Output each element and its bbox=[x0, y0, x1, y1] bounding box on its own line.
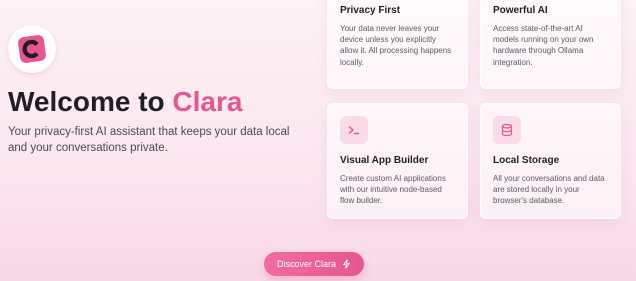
feature-card-description: Access state-of-the-art AI models runnin… bbox=[493, 24, 594, 67]
feature-card-title: Privacy First bbox=[340, 5, 401, 16]
feature-card-local-storage: Local Storage All your conversations and… bbox=[480, 103, 621, 219]
feature-card-visual-app-builder: Visual App Builder Create custom AI appl… bbox=[327, 103, 468, 219]
title-prefix: Welcome to bbox=[8, 86, 173, 117]
feature-card-privacy-first: Privacy First Your data never leaves you… bbox=[327, 0, 468, 89]
feature-card-title: Powerful AI bbox=[493, 5, 548, 16]
lightning-icon bbox=[343, 259, 350, 269]
feature-card-description: Create custom AI applications with our i… bbox=[340, 174, 446, 206]
clara-logo-icon bbox=[18, 35, 46, 63]
database-icon bbox=[493, 116, 521, 144]
feature-card-description: All your conversations and data are stor… bbox=[493, 174, 605, 206]
clara-logo bbox=[8, 25, 56, 73]
terminal-icon bbox=[340, 116, 368, 144]
feature-card-title: Local Storage bbox=[493, 155, 560, 166]
title-brand: Clara bbox=[172, 86, 243, 117]
feature-card-title: Visual App Builder bbox=[340, 155, 429, 166]
feature-card-description: Your data never leaves your device unles… bbox=[340, 24, 452, 67]
page-subtitle: Your privacy-first AI assistant that kee… bbox=[8, 126, 290, 154]
discover-clara-button[interactable]: Discover Clara bbox=[264, 252, 364, 276]
page-title: Welcome to Clara bbox=[8, 86, 242, 118]
discover-clara-label: Discover Clara bbox=[276, 259, 336, 269]
feature-card-powerful-ai: Powerful AI Access state-of-the-art AI m… bbox=[480, 0, 621, 89]
